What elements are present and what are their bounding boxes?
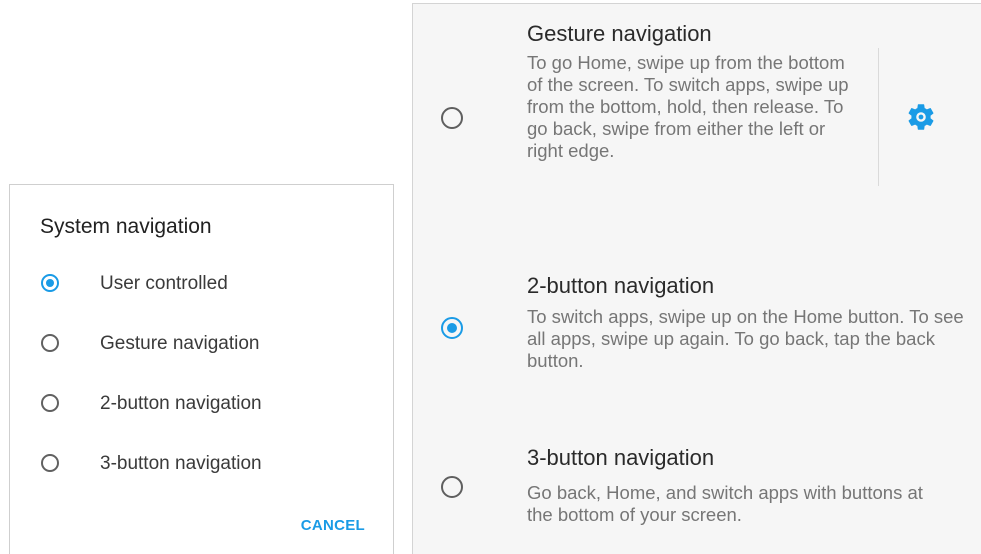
pref-title: Gesture navigation	[527, 21, 712, 46]
radio-button[interactable]	[41, 334, 59, 352]
dialog-option-label: 3-button navigation	[100, 453, 262, 474]
radio-button-checked[interactable]	[441, 317, 463, 339]
cancel-button[interactable]: CANCEL	[301, 517, 365, 534]
navigation-preferences-panel: Gesture navigation To go Home, swipe up …	[412, 3, 981, 554]
screen: System navigation User controlled Gestur…	[0, 0, 981, 554]
pref-3-button-navigation[interactable]: 3-button navigation Go back, Home, and s…	[413, 429, 981, 554]
pref-summary: To switch apps, swipe up on the Home but…	[527, 306, 964, 371]
pref-gesture-navigation[interactable]: Gesture navigation To go Home, swipe up …	[413, 4, 981, 229]
dialog-option-gesture-navigation[interactable]: Gesture navigation	[10, 325, 393, 365]
radio-button[interactable]	[441, 476, 463, 498]
pref-title: 2-button navigation	[527, 273, 715, 298]
dialog-option-label: User controlled	[100, 273, 228, 294]
dialog-option-label: Gesture navigation	[100, 333, 260, 354]
dialog-title: System navigation	[40, 215, 212, 238]
pref-summary: Go back, Home, and switch apps with butt…	[527, 482, 923, 525]
radio-button[interactable]	[41, 394, 59, 412]
pref-summary: To go Home, swipe up from the bottom of …	[527, 52, 849, 161]
dialog-option-3-button-navigation[interactable]: 3-button navigation	[10, 445, 393, 485]
system-navigation-dialog: System navigation User controlled Gestur…	[9, 184, 394, 554]
radio-button-checked[interactable]	[41, 274, 59, 292]
gear-icon[interactable]	[905, 101, 937, 133]
pref-title: 3-button navigation	[527, 445, 715, 470]
dialog-option-2-button-navigation[interactable]: 2-button navigation	[10, 385, 393, 425]
pref-2-button-navigation[interactable]: 2-button navigation To switch apps, swip…	[413, 259, 981, 399]
dialog-option-user-controlled[interactable]: User controlled	[10, 265, 393, 305]
vertical-divider	[878, 48, 879, 186]
radio-button[interactable]	[441, 107, 463, 129]
dialog-option-label: 2-button navigation	[100, 393, 262, 414]
radio-button[interactable]	[41, 454, 59, 472]
